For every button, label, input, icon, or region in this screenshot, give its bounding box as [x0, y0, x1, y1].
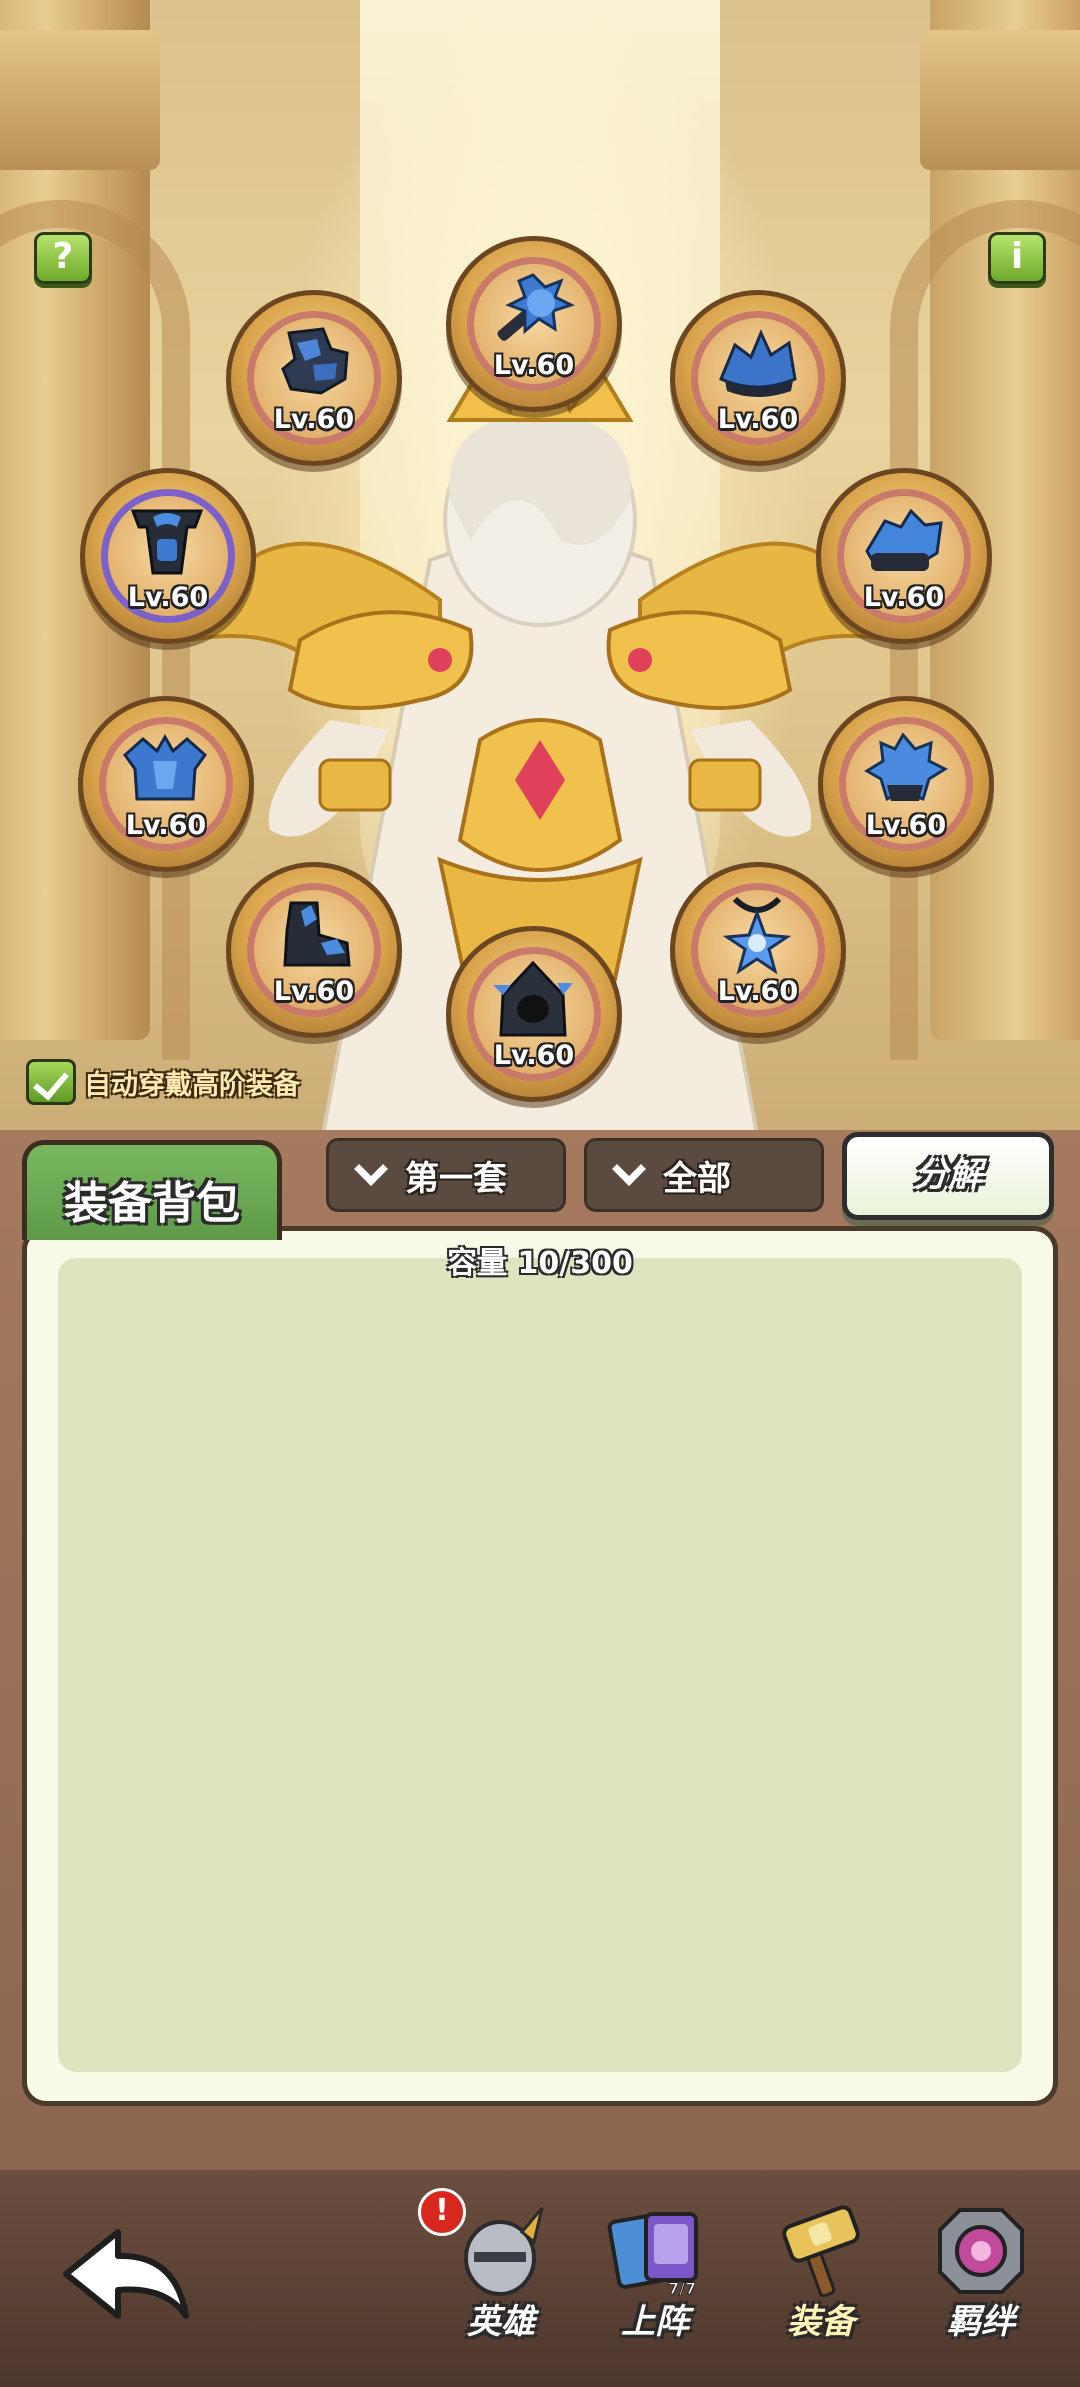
equip-slot-boots[interactable]: Lv.60 [226, 862, 402, 1038]
amulet-icon [722, 896, 792, 975]
mace-icon [497, 273, 575, 341]
set-dropdown-label: 第一套 [405, 1158, 507, 1199]
auto-equip-label: 自动穿戴高阶装备 [84, 1069, 300, 1101]
slot-level: Lv.60 [127, 582, 209, 613]
equip-slot-gauntlet[interactable]: Lv.60 [816, 468, 992, 644]
slot-level: Lv.60 [273, 976, 355, 1007]
filter-dropdown-label: 全部 [663, 1158, 731, 1199]
equip-slot-chest[interactable]: Lv.60 [78, 696, 254, 872]
knight-helmet-icon [464, 2207, 544, 2296]
leg-armor-icon [281, 327, 349, 395]
shoulder-armor-icon [719, 329, 797, 397]
bag-capacity: 容量 10/300 [447, 1246, 633, 1281]
nav-lineup-label: 上阵 [621, 2302, 689, 2342]
equip-slot-bracer[interactable]: Lv.60 [818, 696, 994, 872]
tab-equipment-bag[interactable]: 装备背包 [22, 1140, 282, 1240]
slot-level: Lv.60 [493, 350, 575, 381]
nav-bonds[interactable]: 羁绊 [916, 2196, 1046, 2346]
gauntlet-icon [865, 508, 943, 571]
slot-level: Lv.60 [717, 976, 799, 1007]
equip-slot-amulet[interactable]: Lv.60 [670, 862, 846, 1038]
slot-level: Lv.60 [717, 404, 799, 435]
chevron-down-icon [612, 1152, 646, 1186]
helmet-icon [130, 509, 204, 575]
bond-gem-icon [938, 2208, 1024, 2294]
filter-dropdown[interactable]: 全部 [584, 1138, 824, 1212]
equip-slot-shoulder[interactable]: Lv.60 [670, 290, 846, 466]
equip-slot-helmet[interactable]: Lv.60 [80, 468, 256, 644]
auto-equip-toggle[interactable]: 自动穿戴高阶装备 [26, 1058, 300, 1106]
slot-level: Lv.60 [863, 582, 945, 613]
cards-icon: 7/7 [607, 2212, 698, 2299]
nav-bonds-label: 羁绊 [947, 2302, 1015, 2342]
chest-armor-icon [122, 733, 208, 801]
nav-equipment-label: 装备 [787, 2302, 855, 2342]
slot-level: Lv.60 [865, 810, 947, 841]
dismantle-button[interactable]: 分解 [842, 1132, 1054, 1220]
boot-icon [283, 901, 351, 967]
equip-slot-legs[interactable]: Lv.60 [226, 290, 402, 466]
equip-slot-hood[interactable]: Lv.60 [446, 926, 622, 1102]
nav-equipment[interactable]: 装备 [756, 2196, 886, 2346]
info-button[interactable]: i [988, 232, 1046, 284]
back-arrow-icon[interactable] [56, 2220, 196, 2330]
slot-level: Lv.60 [273, 404, 355, 435]
help-button[interactable]: ? [34, 232, 92, 284]
chevron-down-icon [354, 1152, 388, 1186]
nav-heroes-label: 英雄 [467, 2302, 535, 2342]
auto-equip-checkbox[interactable] [26, 1059, 76, 1105]
slot-level: Lv.60 [493, 1040, 575, 1071]
hammer-icon [782, 2205, 860, 2298]
hood-icon [493, 960, 573, 1037]
alert-badge: ! [418, 2188, 466, 2236]
equip-slot-mace[interactable]: Lv.60 [446, 236, 622, 412]
set-dropdown[interactable]: 第一套 [326, 1138, 566, 1212]
crystal-bracer-icon [864, 732, 949, 802]
tab-equipment-bag-label: 装备背包 [64, 1178, 240, 1229]
slot-level: Lv.60 [125, 810, 207, 841]
nav-lineup[interactable]: 7/7 上阵 [590, 2196, 720, 2346]
bag-grid[interactable] [58, 1258, 1022, 2072]
